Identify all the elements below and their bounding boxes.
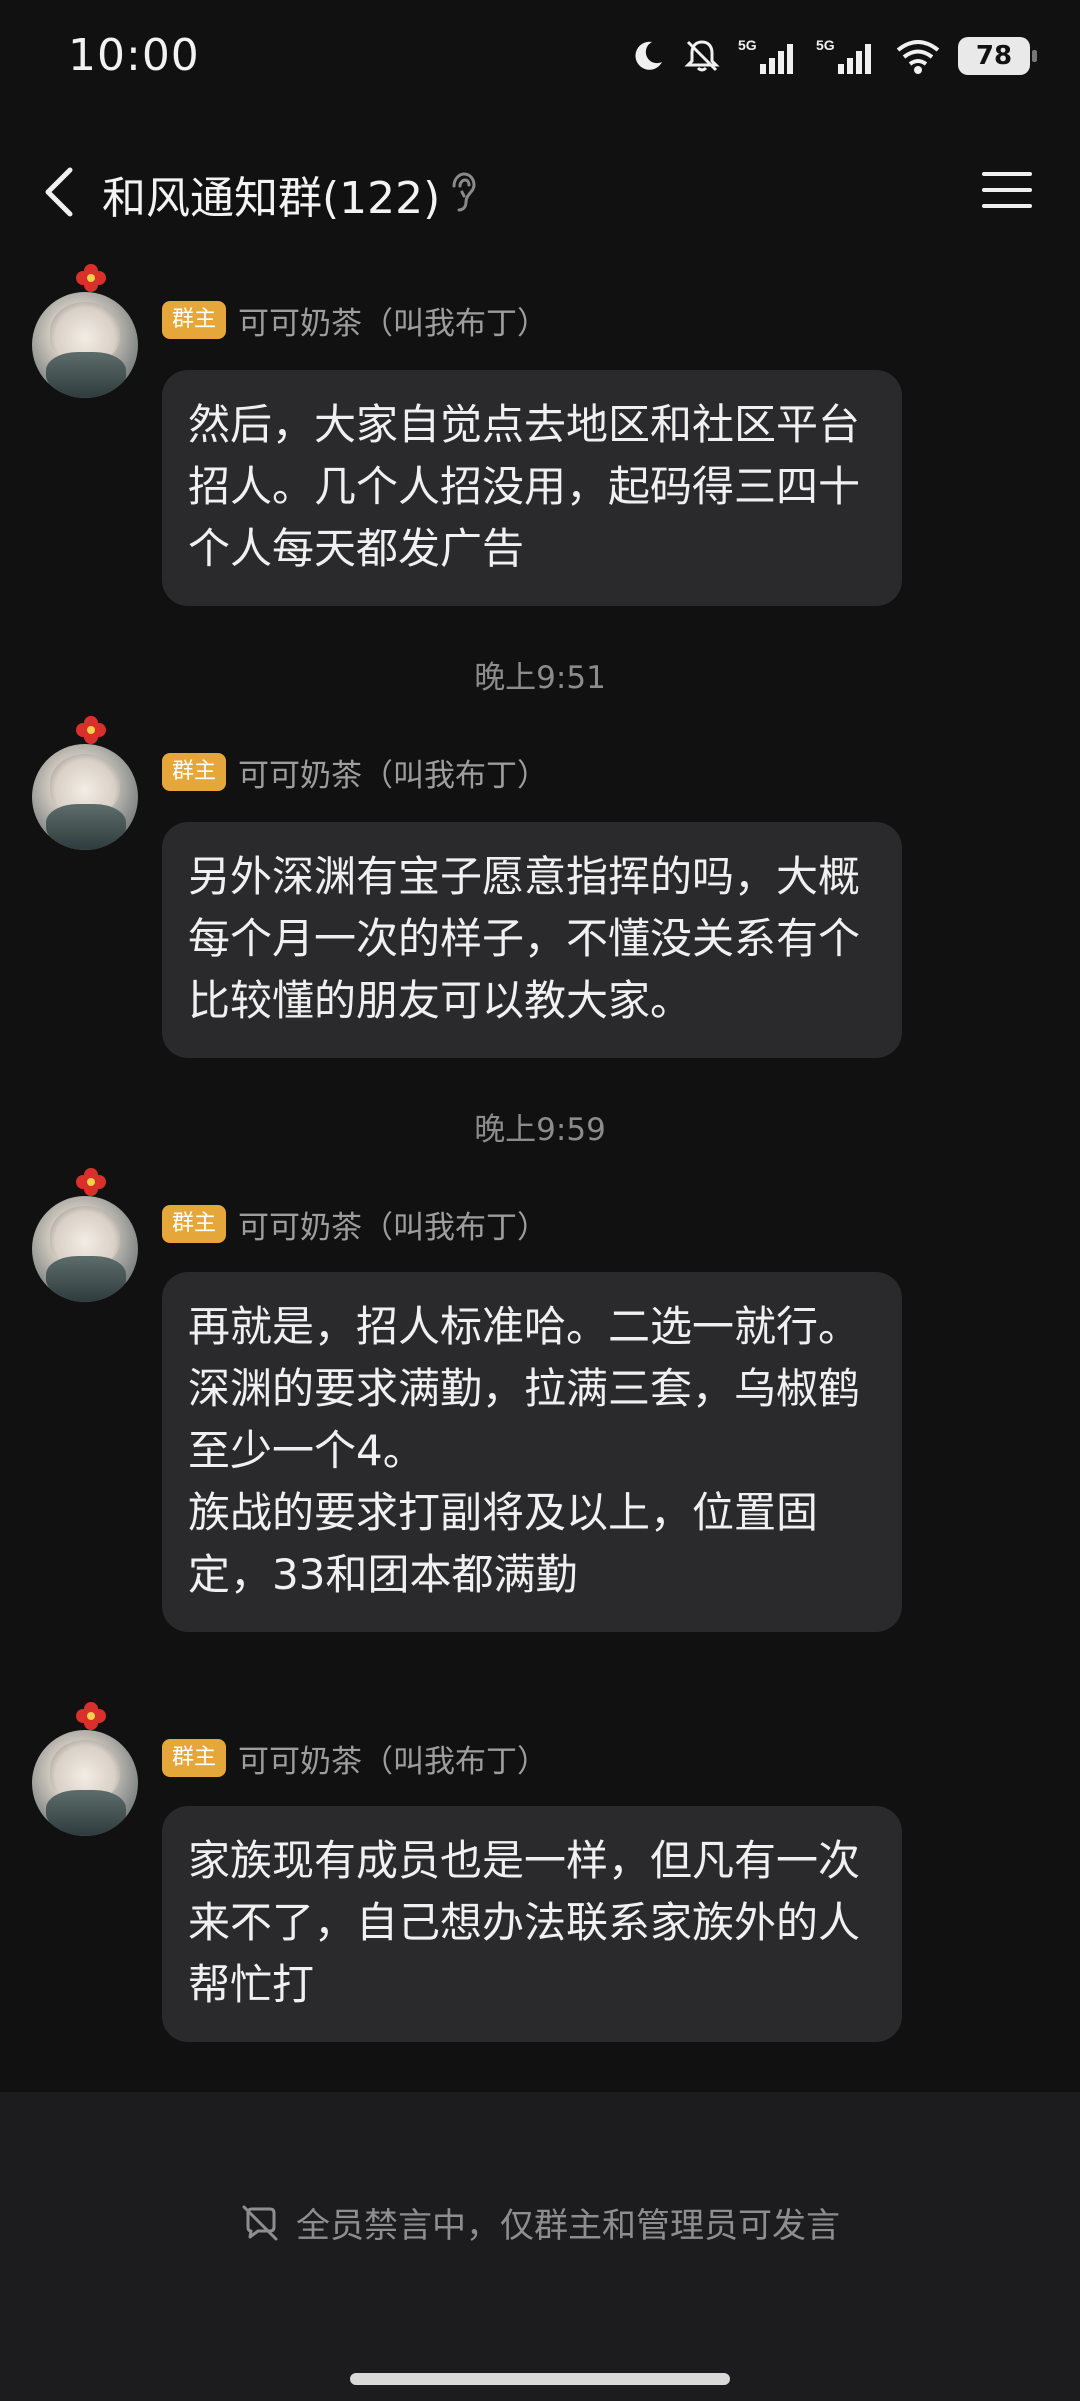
owner-badge: 群主: [162, 753, 227, 791]
svg-text:5G: 5G: [816, 37, 835, 53]
back-arrow-icon[interactable]: [36, 164, 86, 220]
ear-icon[interactable]: [442, 170, 482, 214]
message-bubble[interactable]: 然后，大家自觉点去地区和社区平台招人。几个人招没用，起码得三四十个人每天都发广告: [162, 370, 902, 606]
muted-bell-icon: [684, 40, 720, 72]
message-bubble[interactable]: 家族现有成员也是一样，但凡有一次来不了，自己想办法联系家族外的人帮忙打: [162, 1806, 902, 2042]
sender-row: 群主 可可奶茶（叫我布丁）: [162, 750, 548, 794]
moon-icon: [635, 41, 662, 70]
battery-level: 78: [975, 41, 1013, 71]
status-bar: 10:00 5G 5G 78: [0, 0, 1080, 120]
flower-icon: [76, 716, 106, 744]
group-title[interactable]: 和风通知群(122): [102, 162, 440, 226]
avatar[interactable]: [32, 292, 138, 398]
sender-name[interactable]: 可可奶茶（叫我布丁）: [238, 750, 548, 795]
mute-notice: 全员禁言中，仅群主和管理员可发言: [0, 2198, 1080, 2247]
timestamp: 晚上9:51: [474, 660, 606, 696]
sender-row: 群主 可可奶茶（叫我布丁）: [162, 1736, 548, 1780]
status-time: 10:00: [68, 30, 200, 81]
message-bubble[interactable]: 另外深渊有宝子愿意指挥的吗，大概每个月一次的样子，不懂没关系有个比较懂的朋友可以…: [162, 822, 902, 1058]
wifi-icon: [896, 40, 940, 74]
owner-badge: 群主: [162, 1205, 227, 1243]
avatar[interactable]: [32, 1196, 138, 1302]
avatar[interactable]: [32, 744, 138, 850]
sender-name[interactable]: 可可奶茶（叫我布丁）: [238, 1736, 548, 1781]
owner-badge: 群主: [162, 1739, 227, 1777]
sender-name[interactable]: 可可奶茶（叫我布丁）: [238, 298, 548, 343]
avatar[interactable]: [32, 1730, 138, 1836]
flower-icon: [76, 1168, 106, 1196]
5g-signal-icon: 5G: [738, 37, 793, 74]
flower-icon: [76, 264, 106, 292]
sender-row: 群主 可可奶茶（叫我布丁）: [162, 1202, 548, 1246]
message-bubble[interactable]: 再就是，招人标准哈。二选一就行。 深渊的要求满勤，拉满三套，乌椒鹤至少一个4。 …: [162, 1272, 902, 1632]
svg-text:5G: 5G: [738, 37, 757, 53]
mute-notice-text: 全员禁言中，仅群主和管理员可发言: [296, 2206, 840, 2246]
5g-signal-icon: 5G: [816, 37, 871, 74]
chat-screen: 10:00 5G 5G 78 和风通知群(122) 群主 可可奶茶（叫我布丁） …: [0, 0, 1080, 2401]
sender-name[interactable]: 可可奶茶（叫我布丁）: [238, 1202, 548, 1247]
sender-avatar-wrap[interactable]: [30, 1700, 140, 1840]
home-indicator[interactable]: [350, 2373, 730, 2385]
battery-indicator: 78: [958, 37, 1037, 75]
no-speaking-icon: [242, 2205, 278, 2240]
sender-row: 群主 可可奶茶（叫我布丁）: [162, 298, 548, 342]
menu-icon[interactable]: [982, 168, 1032, 212]
status-icons: 5G 5G 78: [630, 34, 1037, 78]
chat-header: 和风通知群(122): [0, 140, 1080, 240]
owner-badge: 群主: [162, 301, 227, 339]
sender-avatar-wrap[interactable]: [30, 714, 140, 854]
flower-icon: [76, 1702, 106, 1730]
timestamp: 晚上9:59: [474, 1112, 606, 1148]
sender-avatar-wrap[interactable]: [30, 1166, 140, 1306]
sender-avatar-wrap[interactable]: [30, 262, 140, 402]
